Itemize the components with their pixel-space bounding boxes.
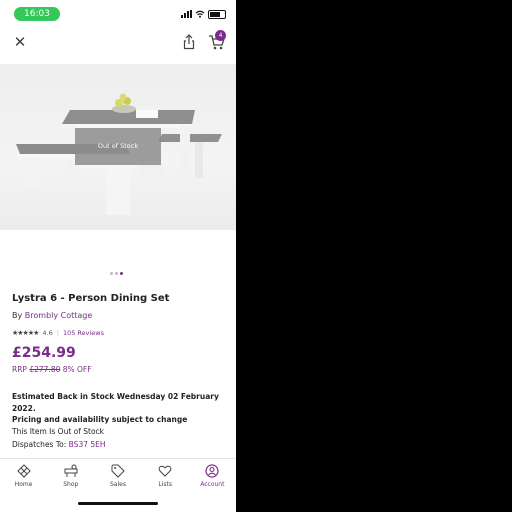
carousel-dot-active[interactable]: [120, 272, 123, 275]
nav-label-home: Home: [14, 481, 33, 488]
sales-tag-icon: [111, 464, 125, 478]
share-button[interactable]: [182, 34, 196, 50]
account-icon: [205, 464, 219, 478]
product-title: Lystra 6 - Person Dining Set: [12, 293, 170, 304]
product-rating[interactable]: ★★★★★ 4.6 | 105 Reviews: [12, 329, 104, 337]
nav-lists[interactable]: Lists: [142, 459, 188, 495]
product-price: £254.99: [12, 345, 76, 361]
dispatch-row: Dispatches To: BS37 5EH: [12, 440, 106, 449]
cart-count-badge: 4: [215, 30, 226, 41]
discount-label: 8% OFF: [62, 365, 92, 374]
nav-label-shop: Shop: [63, 481, 79, 488]
carousel-dot[interactable]: [110, 272, 113, 275]
nav-home[interactable]: Home: [1, 459, 47, 495]
wifi-icon: [195, 10, 205, 18]
nav-account[interactable]: Account: [189, 459, 235, 495]
close-icon: ✕: [13, 33, 27, 51]
status-time: 16:03: [14, 7, 60, 21]
top-bar: ✕ 4: [0, 28, 236, 58]
home-icon: [16, 464, 31, 478]
product-brand: By Brombly Cottage: [12, 311, 92, 320]
carousel-dots: [110, 272, 123, 275]
nav-sales[interactable]: Sales: [95, 459, 141, 495]
pricing-note: Pricing and availability subject to chan…: [12, 415, 188, 424]
status-bar: 16:03: [0, 0, 236, 26]
status-icons: [181, 9, 226, 19]
close-button[interactable]: ✕: [12, 34, 28, 50]
out-of-stock-overlay: Out of Stock: [75, 128, 161, 165]
nav-label-lists: Lists: [158, 481, 172, 488]
shop-icon: [64, 464, 78, 477]
nav-label-account: Account: [200, 481, 225, 488]
postcode-link[interactable]: BS37 5EH: [69, 440, 106, 449]
home-indicator: [78, 502, 158, 505]
rrp-price: £277.80: [29, 365, 61, 374]
heart-icon: [158, 465, 172, 477]
stock-status: This Item Is Out of Stock: [12, 427, 105, 436]
signal-icon: [181, 10, 192, 18]
battery-icon: [208, 9, 226, 19]
brand-link[interactable]: Brombly Cottage: [25, 311, 93, 320]
rrp-label: RRP: [12, 365, 27, 374]
brand-prefix: By: [12, 311, 23, 320]
rrp-row: RRP £277.80 8% OFF: [12, 365, 92, 374]
nav-shop[interactable]: Shop: [48, 459, 94, 495]
restock-estimate: Estimated Back in Stock Wednesday 02 Feb…: [12, 392, 219, 413]
star-rating-icon: ★★★★★: [12, 329, 39, 337]
reviews-link[interactable]: 105 Reviews: [63, 329, 104, 337]
dispatch-label: Dispatches To:: [12, 440, 67, 449]
rating-value: 4.6: [42, 329, 53, 337]
nav-label-sales: Sales: [109, 481, 126, 488]
bottom-nav: Home Shop Sales Lists Account: [0, 458, 236, 495]
app-screen: 16:03 ✕ 4 Out of Stock Lystra 6 - Person…: [0, 0, 236, 512]
carousel-dot[interactable]: [115, 272, 118, 275]
